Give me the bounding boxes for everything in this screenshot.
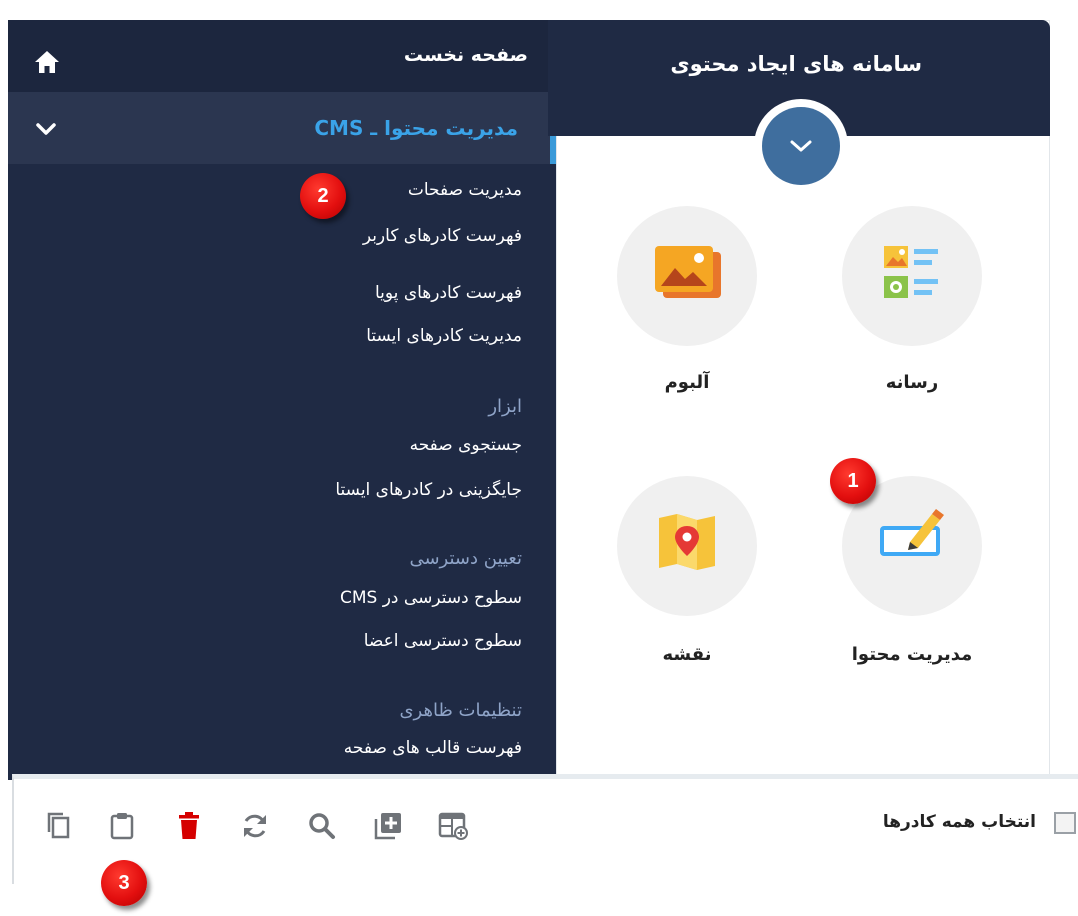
nav-heading-tools: ابزار bbox=[488, 396, 522, 417]
nav-heading-access: تعیین دسترسی bbox=[409, 548, 522, 569]
nav-manage-pages[interactable]: مدیریت صفحات bbox=[408, 180, 522, 200]
panel-title: سامانه های ایجاد محتوی bbox=[670, 52, 922, 76]
nav-static-frames[interactable]: مدیریت کادرهای ایستا bbox=[366, 326, 522, 346]
map-icon bbox=[659, 514, 715, 570]
tile-media[interactable] bbox=[842, 206, 982, 346]
home-label: صفحه نخست bbox=[403, 44, 528, 66]
nav-page-templates[interactable]: فهرست قالب های صفحه bbox=[344, 738, 522, 758]
tile-content-management-label: مدیریت محتوا bbox=[851, 644, 973, 665]
panel-collapse-button[interactable] bbox=[754, 99, 848, 193]
annotation-badge-1: 1 bbox=[830, 458, 876, 504]
nav-member-access-levels[interactable]: سطوح دسترسی اعضا bbox=[364, 631, 522, 651]
add-box-icon[interactable] bbox=[438, 811, 468, 841]
nav-replace-static[interactable]: جایگزینی در کادرهای ایستا bbox=[335, 480, 522, 500]
refresh-icon[interactable] bbox=[240, 811, 270, 841]
select-all-checkbox[interactable] bbox=[1054, 812, 1076, 834]
nav-search-page[interactable]: جستجوی صفحه bbox=[410, 435, 522, 455]
media-icon bbox=[884, 246, 938, 298]
chevron-down-icon bbox=[790, 140, 812, 152]
tile-map[interactable] bbox=[617, 476, 757, 616]
home-icon bbox=[35, 51, 59, 73]
select-all-label: انتخاب همه کادرها bbox=[882, 812, 1036, 832]
search-icon[interactable] bbox=[307, 811, 337, 841]
cms-label: مدیریت محتوا ـ CMS bbox=[314, 116, 518, 140]
nav-heading-appearance: تنظیمات ظاهری bbox=[399, 700, 522, 721]
sidebar-home-row[interactable]: صفحه نخست bbox=[8, 20, 556, 92]
sidebar: صفحه نخست مدیریت محتوا ـ CMS مدیریت صفحا… bbox=[8, 20, 556, 780]
nav-dynamic-frames[interactable]: فهرست کادرهای پویا bbox=[375, 283, 522, 303]
edit-content-icon bbox=[880, 509, 944, 556]
annotation-badge-3: 3 bbox=[101, 860, 147, 906]
paste-icon[interactable] bbox=[107, 811, 137, 841]
copy-icon[interactable] bbox=[44, 811, 74, 841]
tile-media-label: رسانه bbox=[885, 372, 939, 393]
tile-map-label: نقشه bbox=[662, 644, 712, 665]
annotation-badge-2: 2 bbox=[300, 173, 346, 219]
tile-album[interactable] bbox=[617, 206, 757, 346]
nav-user-frames[interactable]: فهرست کادرهای کاربر bbox=[363, 226, 522, 246]
add-icon[interactable] bbox=[373, 811, 403, 841]
sidebar-item-cms[interactable]: مدیریت محتوا ـ CMS bbox=[8, 92, 556, 164]
screen: صفحه نخست مدیریت محتوا ـ CMS مدیریت صفحا… bbox=[0, 0, 1078, 916]
album-icon bbox=[655, 246, 721, 298]
tile-album-label: آلبوم bbox=[664, 372, 710, 393]
nav-cms-access-levels[interactable]: سطوح دسترسی در CMS bbox=[340, 588, 522, 608]
chevron-down-icon bbox=[36, 123, 56, 135]
delete-icon[interactable] bbox=[174, 811, 204, 841]
